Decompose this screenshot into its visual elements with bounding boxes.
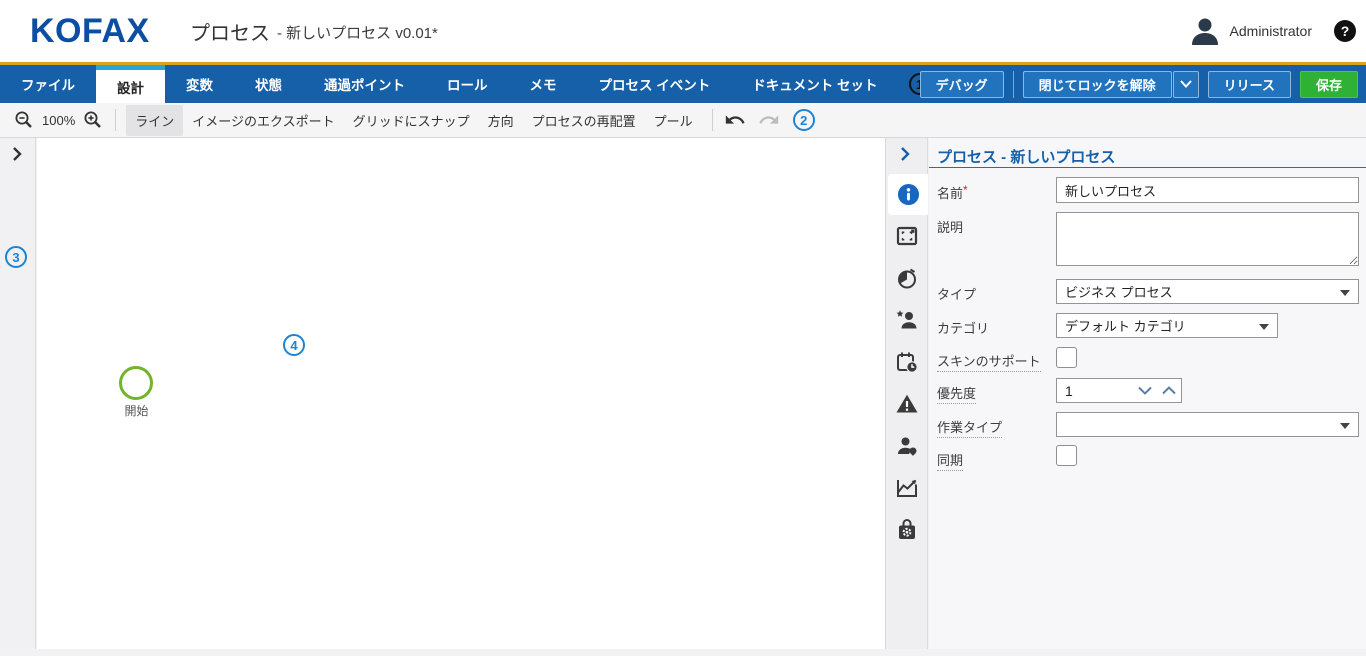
save-button[interactable]: 保存: [1300, 71, 1358, 98]
priority-spinner: [1056, 378, 1182, 403]
menu-item-file[interactable]: ファイル: [0, 65, 96, 103]
tab-resources[interactable]: [895, 434, 919, 458]
caret-down-icon: [1340, 290, 1350, 296]
close-unlock-button[interactable]: 閉じてロックを解除: [1023, 71, 1172, 98]
properties-title-rule: [929, 167, 1366, 168]
left-collapsed-panel: 3: [0, 138, 36, 649]
user-area: Administrator ?: [1188, 0, 1356, 62]
annotation-3: 3: [5, 246, 27, 268]
app-window: KOFAX プロセス - 新しいプロセス v0.01* Administrato…: [0, 0, 1366, 656]
tab-reporting[interactable]: [895, 476, 919, 500]
menu-item-variables[interactable]: 変数: [165, 65, 234, 103]
design-toolbar: 100% ライン イメージのエクスポート グリッドにスナップ 方向 プロセスの再…: [0, 103, 1366, 138]
debug-button[interactable]: デバッグ: [920, 71, 1004, 98]
category-label: カテゴリ: [937, 318, 989, 337]
document-title-version: - 新しいプロセス v0.01*: [277, 19, 438, 43]
info-icon: [897, 183, 920, 206]
skin-support-checkbox[interactable]: [1056, 347, 1077, 368]
kofax-logo: KOFAX: [30, 12, 150, 51]
priority-decrement-button[interactable]: [1133, 379, 1157, 402]
menu-item-roles[interactable]: ロール: [426, 65, 509, 103]
start-node[interactable]: [119, 366, 153, 400]
sync-label: 同期: [937, 450, 963, 469]
name-label: 名前*: [937, 183, 968, 202]
annotation-2: 2: [793, 109, 815, 131]
menu-item-process-events[interactable]: プロセス イベント: [578, 65, 732, 103]
close-unlock-split-button: 閉じてロックを解除: [1023, 71, 1199, 98]
menu-bar: ファイル 設計 変数 状態 通過ポイント ロール メモ プロセス イベント ドキ…: [0, 65, 1366, 103]
category-select[interactable]: デフォルト カテゴリ: [1056, 313, 1278, 338]
type-select[interactable]: ビジネス プロセス: [1056, 279, 1359, 304]
role-star-icon: [895, 308, 919, 332]
zoom-level: 100%: [42, 113, 75, 128]
timer-icon: [895, 266, 919, 290]
properties-panel: プロセス - 新しいプロセス 名前* 説明 タイプ ビジネス プロセス カテゴリ…: [929, 138, 1366, 649]
toolbar-snap-to-grid-button[interactable]: グリッドにスナップ: [344, 105, 479, 136]
chart-icon: [895, 476, 919, 500]
warning-icon: [895, 392, 919, 416]
undo-icon[interactable]: [723, 108, 747, 132]
properties-title: プロセス - 新しいプロセス: [937, 146, 1115, 167]
menu-item-states[interactable]: 状態: [234, 65, 303, 103]
toolbar-rearrange-button[interactable]: プロセスの再配置: [523, 105, 645, 136]
collapse-properties-icon[interactable]: [898, 146, 912, 162]
annotation-4: 4: [283, 334, 305, 356]
priority-input[interactable]: [1057, 383, 1133, 399]
skin-support-label: スキンのサポート: [937, 351, 1041, 370]
menu-item-notes[interactable]: メモ: [509, 65, 578, 103]
help-icon[interactable]: ?: [1334, 20, 1356, 42]
caret-down-icon: [1340, 423, 1350, 429]
toolbar-line-button[interactable]: ライン: [126, 105, 183, 136]
process-settings-icon: [895, 518, 919, 542]
frame-select-icon: [895, 224, 919, 248]
user-name: Administrator: [1230, 23, 1312, 39]
document-title-main: プロセス: [190, 17, 270, 46]
menu-items: ファイル 設計 変数 状態 通過ポイント ロール メモ プロセス イベント ドキ…: [0, 65, 899, 103]
description-label: 説明: [937, 217, 963, 236]
menu-bar-actions: デバッグ 閉じてロックを解除 リリース 保存: [920, 70, 1358, 98]
tab-process-settings[interactable]: [895, 518, 919, 542]
close-unlock-dropdown-button[interactable]: [1173, 71, 1199, 98]
name-input[interactable]: [1056, 177, 1359, 203]
type-label: タイプ: [937, 284, 976, 303]
sync-checkbox[interactable]: [1056, 445, 1077, 466]
toolbar-direction-button[interactable]: 方向: [479, 105, 523, 136]
calendar-clock-icon: [895, 350, 919, 374]
menu-item-milestones[interactable]: 通過ポイント: [303, 65, 426, 103]
resource-icon: [895, 434, 919, 458]
toolbar-pool-button[interactable]: プール: [645, 105, 702, 136]
chevron-down-icon: [1180, 80, 1192, 88]
toolbar-export-image-button[interactable]: イメージのエクスポート: [183, 105, 343, 136]
properties-icon-strip: [886, 138, 928, 649]
priority-increment-button[interactable]: [1157, 379, 1181, 402]
priority-label: 優先度: [937, 383, 976, 402]
menu-item-design[interactable]: 設計: [96, 65, 165, 103]
button-separator: [1013, 71, 1014, 98]
tab-general-info[interactable]: [888, 174, 928, 215]
tab-timer[interactable]: [895, 266, 919, 290]
toolbar-separator: [712, 109, 713, 131]
tab-exceptions[interactable]: [895, 392, 919, 416]
menu-item-document-set[interactable]: ドキュメント セット: [731, 65, 898, 103]
work-type-select[interactable]: [1056, 412, 1359, 437]
work-type-label: 作業タイプ: [937, 417, 1002, 436]
process-design-canvas[interactable]: 開始 4: [37, 138, 886, 649]
tab-schedule[interactable]: [895, 350, 919, 374]
expand-left-panel-icon[interactable]: [10, 146, 24, 162]
required-asterisk: *: [963, 183, 968, 197]
zoom-out-icon[interactable]: [12, 108, 36, 132]
zoom-in-icon[interactable]: [81, 108, 105, 132]
app-header: KOFAX プロセス - 新しいプロセス v0.01* Administrato…: [0, 0, 1366, 62]
caret-down-icon: [1259, 324, 1269, 330]
start-node-label: 開始: [99, 402, 174, 419]
release-button[interactable]: リリース: [1208, 71, 1291, 98]
redo-icon[interactable]: [757, 108, 781, 132]
document-title: プロセス - 新しいプロセス v0.01*: [190, 0, 438, 62]
tab-frame-select[interactable]: [895, 224, 919, 248]
user-avatar-icon: [1188, 15, 1222, 47]
tab-roles[interactable]: [895, 308, 919, 332]
description-textarea[interactable]: [1056, 212, 1359, 266]
toolbar-separator: [115, 109, 116, 131]
bottom-strip: [0, 649, 1366, 656]
